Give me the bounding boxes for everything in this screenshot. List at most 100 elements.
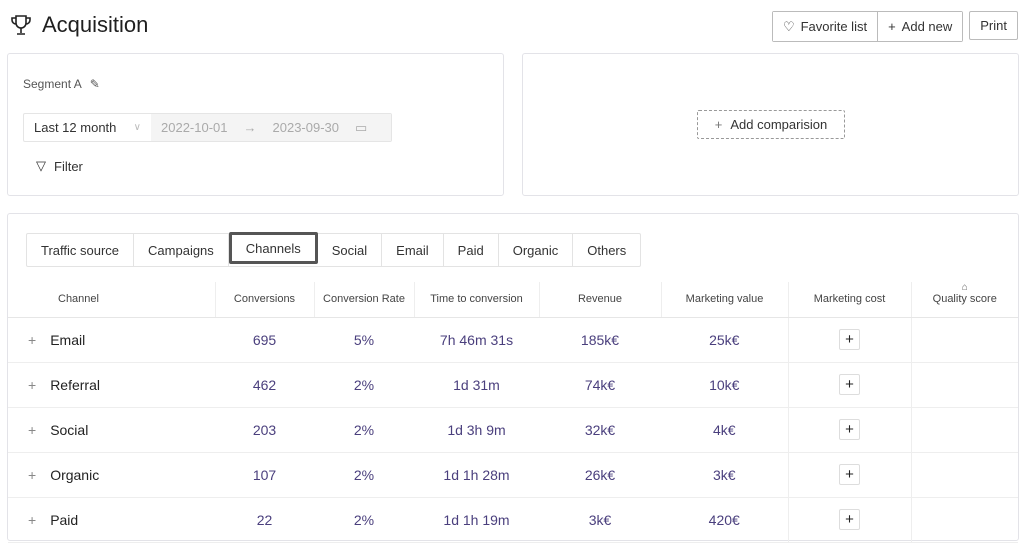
conversions-cell: 203: [215, 407, 314, 453]
table-row: + Email 695 5% 7h 46m 31s 185k€ 25k€ +: [8, 317, 1018, 363]
revenue-cell: 74k€: [539, 362, 661, 408]
revenue-cell: 32k€: [539, 407, 661, 453]
filter-icon: ▽: [36, 158, 46, 173]
add-new-button[interactable]: + Add new: [877, 12, 963, 41]
tab-bar: Traffic source Campaigns Channels Social…: [26, 232, 642, 267]
segment-panel: Segment A ✎ Last 12 month ∨ 2022-10-01 → 202…: [7, 53, 504, 196]
marketing-value-cell: 10k€: [661, 362, 788, 408]
conversion-rate-cell: 2%: [314, 407, 414, 453]
robot-icon: ⌂: [961, 282, 968, 293]
page-title: Acquisition: [10, 12, 148, 38]
column-header[interactable]: Conversions: [214, 282, 314, 318]
marketing-value-cell: 4k€: [661, 407, 788, 453]
time-to-conversion-cell: 7h 46m 31s: [414, 317, 539, 363]
conversions-cell: 22: [215, 497, 314, 543]
marketing-cost-cell: +: [787, 497, 911, 543]
channel-name: Paid: [50, 511, 79, 528]
channel-cell: + Paid: [8, 497, 215, 543]
favorite-list-button[interactable]: ♡ Favorite list: [772, 12, 878, 41]
column-header-quality-score[interactable]: ⌂ Quality score: [910, 282, 1018, 318]
conversion-rate-cell: 2%: [314, 362, 414, 408]
table-row: + Social 203 2% 1d 3h 9m 32k€ 4k€ +: [8, 407, 1018, 453]
channel-name: Social: [50, 421, 89, 438]
add-cost-button[interactable]: +: [839, 509, 860, 530]
column-header[interactable]: Conversion Rate: [313, 282, 414, 318]
add-cost-button[interactable]: +: [839, 419, 860, 440]
tab-channels[interactable]: Channels: [228, 232, 318, 264]
marketing-cost-cell: +: [787, 407, 911, 453]
time-to-conversion-cell: 1d 3h 9m: [414, 407, 539, 453]
date-to[interactable]: 2023-09-30: [273, 120, 340, 135]
heart-icon: ♡: [782, 18, 795, 34]
quality-score-cell: [910, 497, 1018, 543]
add-comparison-button[interactable]: + Add comparision: [697, 110, 845, 139]
add-cost-button[interactable]: +: [839, 329, 860, 350]
segment-label: Segment A: [23, 77, 82, 91]
add-cost-button[interactable]: +: [839, 374, 860, 395]
quality-score-cell: [910, 317, 1018, 363]
revenue-cell: 26k€: [539, 452, 661, 498]
plus-icon: +: [888, 19, 896, 34]
expand-icon[interactable]: +: [28, 332, 36, 348]
conversions-cell: 695: [215, 317, 314, 363]
revenue-cell: 185k€: [539, 317, 661, 363]
date-range-picker[interactable]: Last 12 month ∨ 2022-10-01 → 2023-09-30 ▭: [23, 113, 392, 142]
marketing-value-cell: 25k€: [661, 317, 788, 363]
period-select[interactable]: Last 12 month ∨: [24, 114, 151, 141]
expand-icon[interactable]: +: [28, 422, 36, 438]
quality-score-cell: [910, 452, 1018, 498]
print-button[interactable]: Print: [969, 11, 1018, 40]
expand-icon[interactable]: +: [28, 467, 36, 483]
tab-paid[interactable]: Paid: [444, 234, 499, 266]
tab-traffic-source[interactable]: Traffic source: [27, 234, 135, 266]
marketing-cost-cell: +: [787, 317, 911, 363]
marketing-cost-cell: +: [787, 452, 911, 498]
date-from[interactable]: 2022-10-01: [161, 120, 228, 135]
tab-organic[interactable]: Organic: [499, 234, 574, 266]
conversion-rate-cell: 2%: [314, 452, 414, 498]
page-title-text: Acquisition: [42, 12, 149, 37]
calendar-icon: ▭: [355, 119, 368, 135]
chevron-down-icon: ∨: [133, 122, 141, 133]
conversions-cell: 462: [215, 362, 314, 408]
table-row: + Paid 22 2% 1d 1h 19m 3k€ 420€ +: [8, 497, 1018, 543]
conversions-cell: 107: [215, 452, 314, 498]
tab-social[interactable]: Social: [318, 234, 383, 266]
table-row: + Organic 107 2% 1d 1h 28m 26k€ 3k€ +: [8, 452, 1018, 498]
expand-icon[interactable]: +: [28, 377, 36, 393]
column-header[interactable]: Marketing value: [660, 282, 788, 318]
conversion-rate-cell: 5%: [314, 317, 414, 363]
tab-campaigns[interactable]: Campaigns: [134, 234, 229, 266]
column-header[interactable]: Time to conversion: [413, 282, 539, 318]
channel-name: Email: [50, 331, 86, 348]
time-to-conversion-cell: 1d 31m: [414, 362, 539, 408]
channels-table: Channel Conversions Conversion Rate Time…: [8, 282, 1018, 543]
column-header[interactable]: Marketing cost: [787, 282, 911, 318]
add-cost-button[interactable]: +: [839, 464, 860, 485]
comparison-panel: + Add comparision: [522, 53, 1019, 196]
column-header[interactable]: Revenue: [538, 282, 661, 318]
favorite-label: Favorite list: [800, 19, 868, 34]
quality-score-cell: [910, 362, 1018, 408]
add-comparison-label: Add comparision: [730, 117, 828, 132]
channel-cell: + Email: [8, 317, 215, 363]
plus-icon: +: [714, 117, 723, 132]
expand-icon[interactable]: +: [28, 512, 36, 528]
trophy-icon: [11, 15, 31, 35]
period-value: Last 12 month: [34, 120, 117, 135]
filter-label: Filter: [54, 158, 83, 174]
channel-name: Organic: [50, 466, 100, 483]
channel-cell: + Social: [8, 407, 215, 453]
marketing-cost-cell: +: [787, 362, 911, 408]
edit-icon[interactable]: ✎: [90, 77, 100, 91]
quality-score-label: Quality score: [932, 293, 997, 306]
tab-others[interactable]: Others: [573, 234, 640, 266]
arrow-right-icon: →: [243, 120, 257, 135]
revenue-cell: 3k€: [539, 497, 661, 543]
add-new-label: Add new: [901, 19, 953, 34]
tab-email[interactable]: Email: [382, 234, 444, 266]
time-to-conversion-cell: 1d 1h 19m: [414, 497, 539, 543]
time-to-conversion-cell: 1d 1h 28m: [414, 452, 539, 498]
filter-button[interactable]: ▽ Filter: [36, 158, 83, 174]
column-header[interactable]: Channel: [8, 282, 215, 318]
